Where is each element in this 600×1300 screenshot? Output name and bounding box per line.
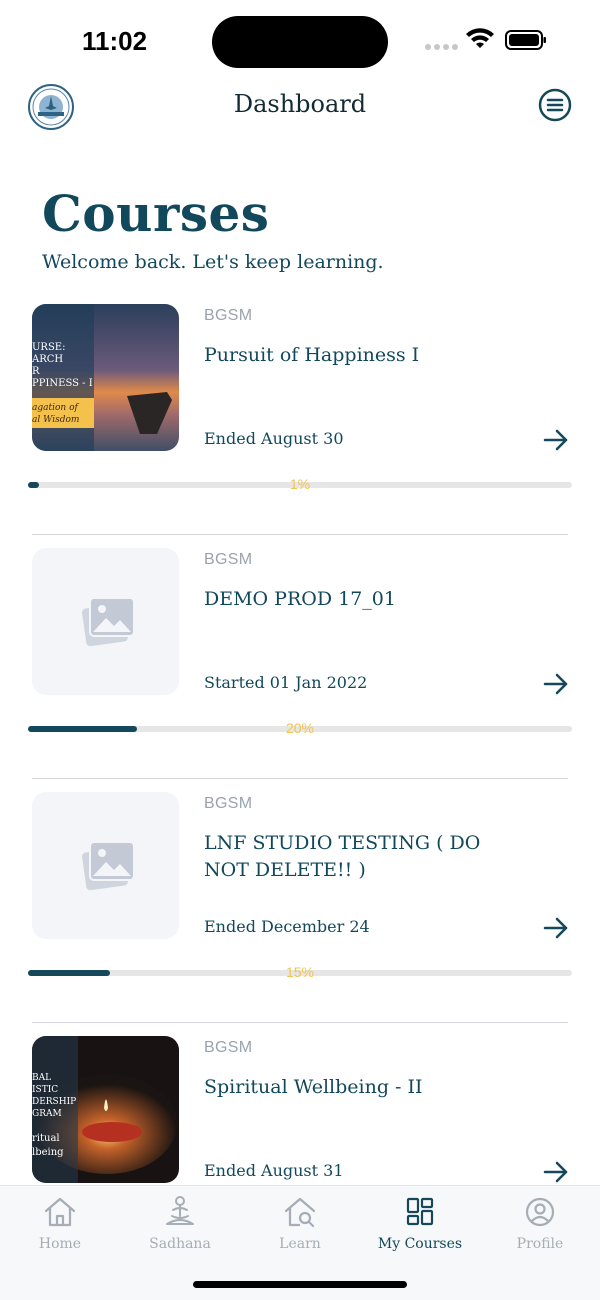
course-title[interactable]: Pursuit of Happiness I bbox=[204, 342, 504, 369]
course-date: Ended December 24 bbox=[204, 917, 370, 936]
courses-icon bbox=[406, 1197, 434, 1226]
arrow-right-icon[interactable] bbox=[542, 670, 570, 698]
tab-sadhana[interactable]: Sadhana bbox=[120, 1194, 240, 1264]
course-date: Ended August 30 bbox=[204, 429, 344, 448]
arrow-right-icon[interactable] bbox=[542, 426, 570, 454]
divider bbox=[32, 1022, 568, 1023]
tab-profile[interactable]: Profile bbox=[480, 1194, 600, 1264]
signal-icon bbox=[425, 44, 458, 50]
thumbnail-tag: agation of al Wisdom bbox=[32, 403, 80, 425]
image-placeholder-icon bbox=[82, 597, 135, 647]
dynamic-island bbox=[212, 16, 388, 68]
menu-icon[interactable] bbox=[538, 88, 572, 122]
courses-heading: Courses bbox=[42, 184, 270, 243]
course-title[interactable]: DEMO PROD 17_01 bbox=[204, 586, 504, 613]
course-thumbnail[interactable]: BAL ISTIC DERSHIP GRAM ritual lbeing bbox=[32, 1036, 179, 1183]
divider bbox=[32, 534, 568, 535]
home-icon bbox=[44, 1197, 76, 1227]
course-thumbnail[interactable] bbox=[32, 792, 179, 939]
course-card[interactable]: BGSM DEMO PROD 17_01 Started 01 Jan 2022… bbox=[0, 548, 600, 792]
tab-label: Sadhana bbox=[149, 1236, 211, 1252]
thumbnail-tag: ritual lbeing bbox=[32, 1133, 64, 1158]
course-card[interactable]: URSE: ARCH R PPINESS - I agation of al W… bbox=[0, 304, 600, 548]
thumbnail-text: BAL ISTIC DERSHIP GRAM bbox=[32, 1073, 77, 1119]
learn-icon bbox=[284, 1197, 316, 1228]
tab-label: Profile bbox=[516, 1236, 564, 1252]
arrow-right-icon[interactable] bbox=[542, 1158, 570, 1186]
progress-label: 15% bbox=[285, 964, 315, 980]
course-provider: BGSM bbox=[204, 307, 253, 324]
battery-icon bbox=[505, 30, 546, 50]
image-placeholder-icon bbox=[82, 841, 135, 891]
progress-label: 20% bbox=[285, 720, 315, 736]
course-provider: BGSM bbox=[204, 795, 253, 812]
course-date: Started 01 Jan 2022 bbox=[204, 673, 368, 692]
course-card[interactable]: BAL ISTIC DERSHIP GRAM ritual lbeing BGS… bbox=[0, 1036, 600, 1186]
courses-subtitle: Welcome back. Let's keep learning. bbox=[42, 251, 384, 273]
status-time: 11:02 bbox=[82, 26, 148, 56]
tab-label: Learn bbox=[279, 1236, 321, 1252]
profile-icon bbox=[525, 1197, 555, 1227]
progress-label: 1% bbox=[289, 476, 311, 492]
tab-home[interactable]: Home bbox=[0, 1194, 120, 1264]
app-header: Dashboard bbox=[0, 80, 600, 140]
status-bar: 11:02 bbox=[0, 0, 600, 80]
tab-label: My Courses bbox=[377, 1236, 463, 1252]
home-indicator[interactable] bbox=[193, 1281, 407, 1288]
course-title[interactable]: LNF STUDIO TESTING ( DO NOT DELETE!! ) bbox=[204, 830, 504, 884]
meditation-icon bbox=[166, 1196, 194, 1225]
divider bbox=[32, 778, 568, 779]
course-provider: BGSM bbox=[204, 1039, 253, 1056]
tab-label: Home bbox=[38, 1236, 82, 1252]
thumbnail-text: URSE: ARCH R PPINESS - I bbox=[32, 342, 93, 389]
course-title[interactable]: Spiritual Wellbeing - II bbox=[204, 1074, 504, 1101]
tab-learn[interactable]: Learn bbox=[240, 1194, 360, 1264]
course-thumbnail[interactable] bbox=[32, 548, 179, 695]
wifi-icon bbox=[466, 28, 494, 48]
tab-my-courses[interactable]: My Courses bbox=[360, 1194, 480, 1264]
arrow-right-icon[interactable] bbox=[542, 914, 570, 942]
page-title: Dashboard bbox=[233, 90, 367, 118]
course-provider: BGSM bbox=[204, 551, 253, 568]
course-date: Ended August 31 bbox=[204, 1161, 344, 1180]
course-card[interactable]: BGSM LNF STUDIO TESTING ( DO NOT DELETE!… bbox=[0, 792, 600, 1036]
course-thumbnail[interactable]: URSE: ARCH R PPINESS - I agation of al W… bbox=[32, 304, 179, 451]
